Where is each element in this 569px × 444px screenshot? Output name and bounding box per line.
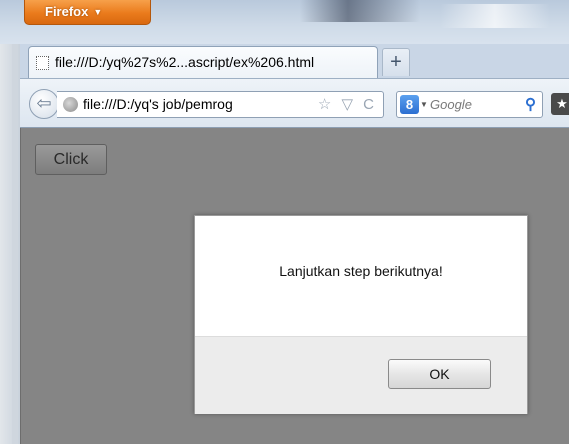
back-button[interactable]: ⇦ — [29, 89, 59, 119]
dialog-footer: OK — [195, 336, 527, 414]
firefox-menu-button[interactable]: Firefox ▼ — [24, 0, 151, 25]
tab-title: file:///D:/yq%27s%2...ascript/ex%206.htm… — [55, 54, 315, 70]
browser-tab[interactable]: file:///D:/yq%27s%2...ascript/ex%206.htm… — [28, 46, 378, 78]
dialog-message: Lanjutkan step berikutnya! — [279, 263, 443, 279]
url-text: file:///D:/yq's job/pemrog — [83, 96, 233, 112]
google-icon[interactable]: 8 — [400, 95, 419, 114]
search-bar[interactable]: 8 ▼ Google ⚲ — [396, 91, 543, 118]
back-arrow-icon: ⇦ — [36, 93, 52, 113]
search-icon[interactable]: ⚲ — [525, 92, 536, 117]
new-tab-button[interactable]: + — [382, 48, 410, 76]
navigation-toolbar: ⇦ file:///D:/yq's job/pemrog ☆ ▽ C 8 ▼ G… — [20, 78, 569, 128]
adjacent-window-edge — [0, 44, 20, 444]
background-blur — [300, 0, 420, 22]
background-blur — [440, 4, 550, 28]
chevron-down-icon[interactable]: ▼ — [420, 92, 428, 117]
chevron-down-icon: ▼ — [93, 7, 103, 17]
blank-page-icon — [36, 56, 49, 70]
star-icon: ★ — [556, 96, 568, 111]
plus-icon: + — [390, 51, 402, 73]
bookmarks-button[interactable]: ★ — [551, 93, 569, 115]
search-placeholder: Google — [430, 97, 472, 112]
url-bar-actions[interactable]: ☆ ▽ C — [318, 92, 377, 117]
window-titlebar: Firefox ▼ — [0, 0, 569, 44]
globe-icon — [63, 97, 78, 112]
alert-dialog: Lanjutkan step berikutnya! OK — [194, 215, 528, 414]
click-button[interactable]: Click — [35, 144, 107, 175]
ok-button[interactable]: OK — [388, 359, 491, 389]
firefox-menu-label: Firefox — [45, 4, 89, 19]
page-content: Click Lanjutkan step berikutnya! OK — [20, 128, 569, 444]
url-bar[interactable]: file:///D:/yq's job/pemrog ☆ ▽ C — [57, 91, 384, 118]
